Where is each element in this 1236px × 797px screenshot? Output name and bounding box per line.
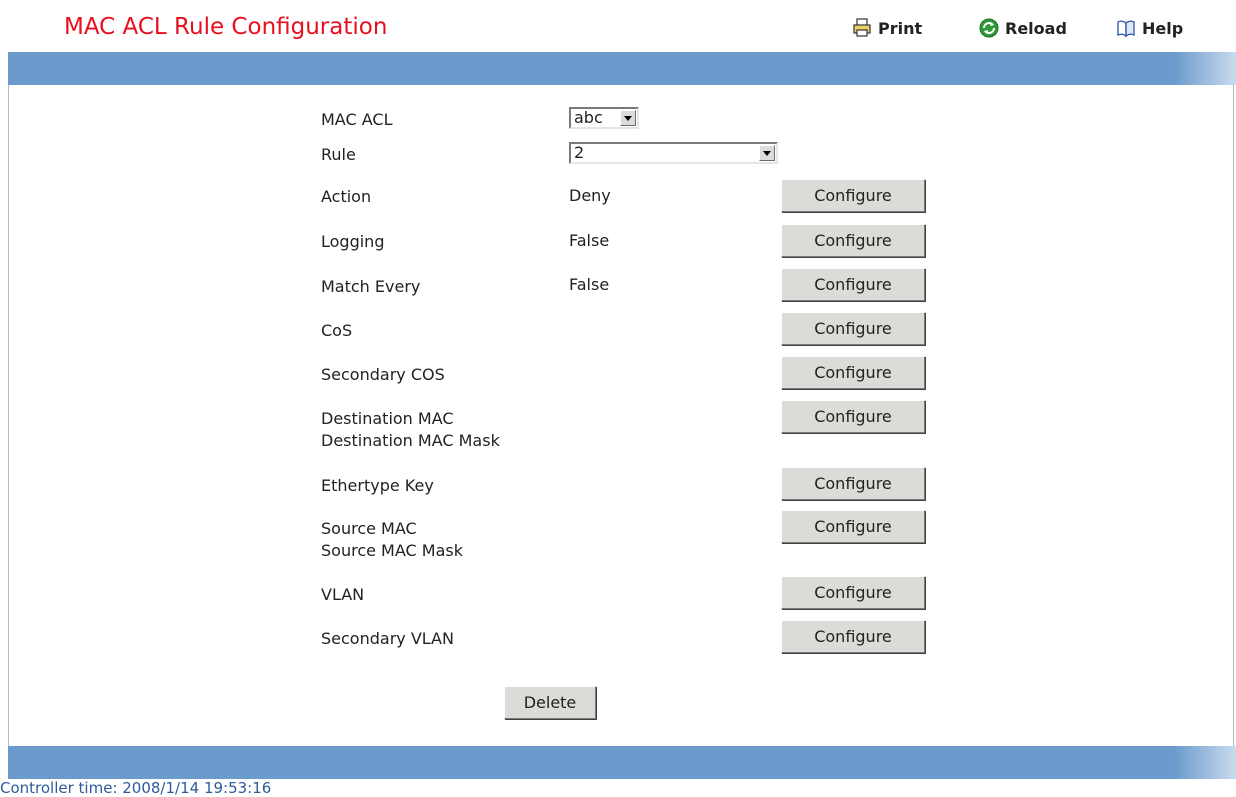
row-value-match-every: False	[569, 275, 610, 294]
row-value-logging: False	[569, 231, 610, 250]
chevron-down-icon	[759, 145, 775, 161]
rule-label: Rule	[321, 145, 356, 164]
controller-time: Controller time: 2008/1/14 19:53:16	[0, 779, 272, 797]
chevron-down-icon	[620, 110, 636, 126]
print-link[interactable]: Print	[852, 18, 922, 38]
footer-bar	[8, 746, 1236, 779]
row-label-destination-mac: Destination MAC	[321, 409, 454, 428]
configure-ethertype-key-button[interactable]: Configure	[781, 467, 925, 500]
mac-acl-select[interactable]: abc	[569, 107, 639, 129]
reload-link[interactable]: Reload	[979, 18, 1067, 38]
content-panel	[8, 85, 1234, 746]
row-label-match-every: Match Every	[321, 277, 421, 296]
configure-secondary-cos-button[interactable]: Configure	[781, 356, 925, 389]
book-icon	[1116, 18, 1136, 38]
configure-cos-button[interactable]: Configure	[781, 312, 925, 345]
configure-action-button[interactable]: Configure	[781, 179, 925, 212]
row-label-action: Action	[321, 187, 372, 206]
configure-vlan-button[interactable]: Configure	[781, 576, 925, 609]
configure-secondary-vlan-button[interactable]: Configure	[781, 620, 925, 653]
reload-label: Reload	[1005, 18, 1067, 38]
row-label-secondary-vlan: Secondary VLAN	[321, 629, 454, 648]
mac-acl-label: MAC ACL	[321, 110, 393, 129]
row-label-logging: Logging	[321, 232, 385, 251]
configure-source-mac-button[interactable]: Configure	[781, 510, 925, 543]
rule-value: 2	[574, 143, 585, 162]
configure-destination-mac-button[interactable]: Configure	[781, 400, 925, 433]
configure-match-every-button[interactable]: Configure	[781, 268, 925, 301]
delete-button[interactable]: Delete	[504, 686, 596, 719]
row-value-action: Deny	[569, 186, 611, 205]
mac-acl-value: abc	[574, 108, 603, 127]
row-label-ethertype-key: Ethertype Key	[321, 476, 434, 495]
row-label-cos: CoS	[321, 321, 353, 340]
row-label-source-mac: Source MAC	[321, 519, 417, 538]
printer-icon	[852, 18, 872, 38]
rule-select[interactable]: 2	[569, 142, 778, 164]
help-label: Help	[1142, 18, 1184, 38]
reload-icon	[979, 18, 999, 38]
page-title: MAC ACL Rule Configuration	[64, 14, 388, 40]
help-link[interactable]: Help	[1116, 18, 1183, 38]
configure-logging-button[interactable]: Configure	[781, 224, 925, 257]
print-label: Print	[878, 18, 923, 38]
row-label-destination-mac-mask: Destination MAC Mask	[321, 431, 500, 450]
row-label-vlan: VLAN	[321, 585, 365, 604]
row-label-source-mac-mask: Source MAC Mask	[321, 541, 463, 560]
row-label-secondary-cos: Secondary COS	[321, 365, 445, 384]
header-bar	[8, 52, 1236, 85]
